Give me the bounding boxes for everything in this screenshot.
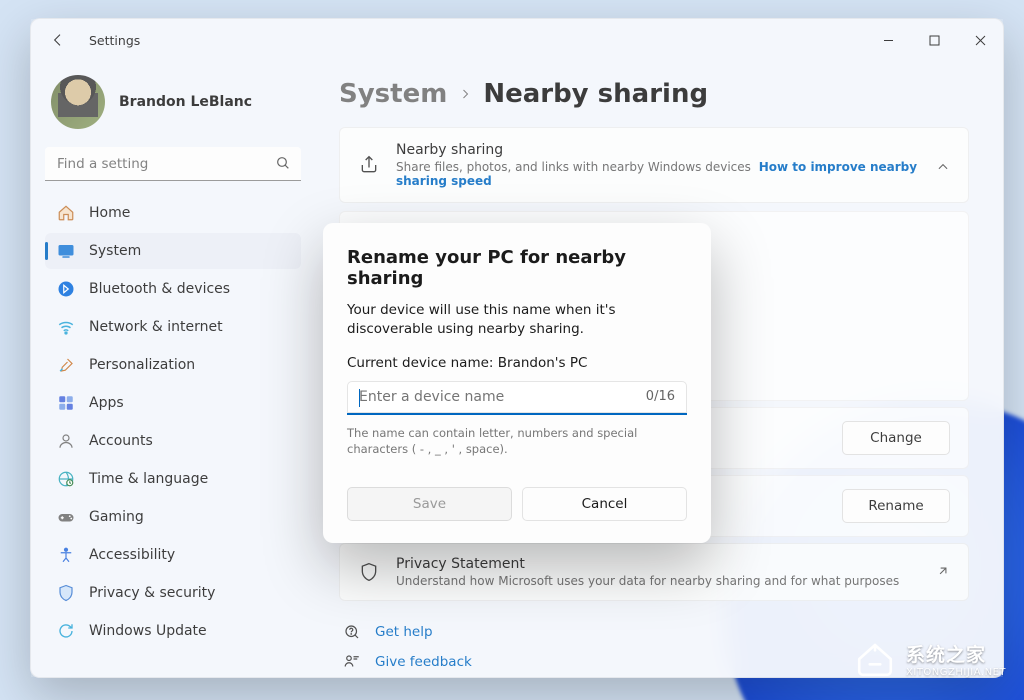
rename-pc-dialog: Rename your PC for nearby sharing Your d… <box>323 223 711 543</box>
watermark-url: XITONGZHIJIA.NET <box>906 667 1006 678</box>
watermark-name: 系统之家 <box>906 640 1006 667</box>
device-name-field: 0/16 <box>347 381 687 415</box>
dialog-description: Your device will use this name when it's… <box>347 301 687 339</box>
watermark-logo-icon <box>854 638 896 680</box>
cancel-button[interactable]: Cancel <box>522 487 687 521</box>
char-counter: 0/16 <box>646 389 675 404</box>
text-caret <box>359 389 360 407</box>
save-button[interactable]: Save <box>347 487 512 521</box>
dialog-hint: The name can contain letter, numbers and… <box>347 425 687 457</box>
watermark: 系统之家 XITONGZHIJIA.NET <box>854 638 1006 680</box>
dialog-title: Rename your PC for nearby sharing <box>347 247 687 289</box>
device-name-input[interactable] <box>347 381 687 415</box>
current-device-name: Current device name: Brandon's PC <box>347 355 687 371</box>
settings-window: Settings Brandon LeBlanc HomeSystemBluet… <box>30 18 1004 678</box>
